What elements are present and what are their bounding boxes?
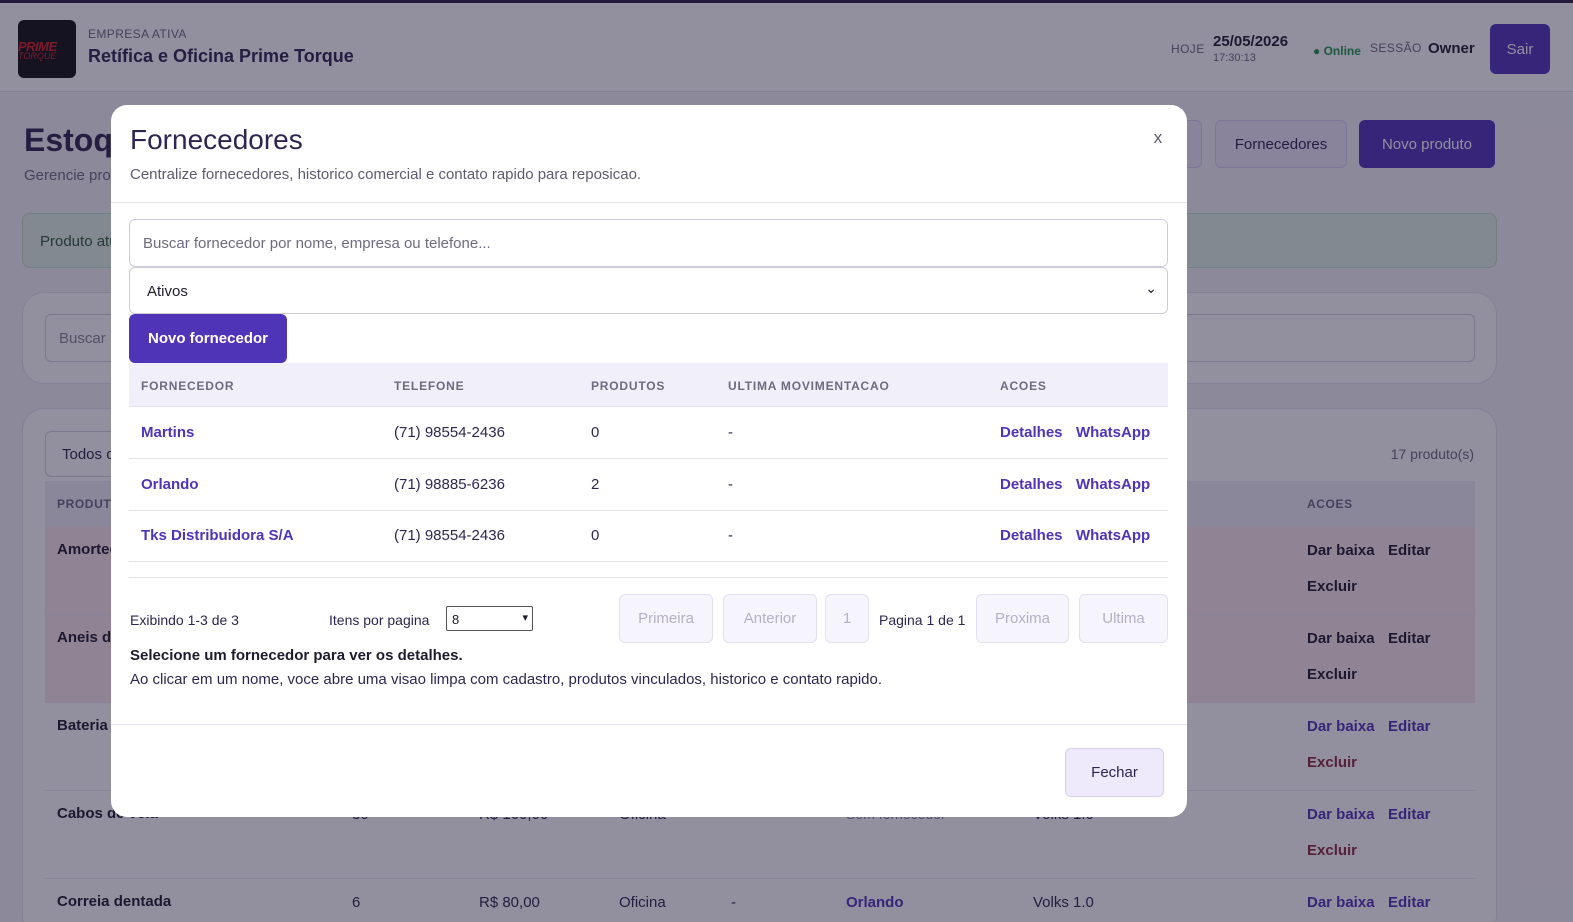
supplier-products: 2 <box>591 476 600 493</box>
items-per-page-value: 8 <box>452 612 460 627</box>
modal-footer: Fechar <box>111 724 1187 817</box>
whatsapp-link[interactable]: WhatsApp <box>1076 476 1150 493</box>
items-per-page-select[interactable]: 8 ▾ <box>446 606 533 631</box>
modal-header: Fornecedores Centralize fornecedores, hi… <box>111 105 1187 203</box>
col-actions: ACOES <box>1000 379 1047 393</box>
supplier-products: 0 <box>591 527 600 544</box>
col-last-movement: ULTIMA MOVIMENTACAO <box>728 379 890 393</box>
page-indicator: Pagina 1 de 1 <box>879 612 966 628</box>
prev-page-button[interactable]: Anterior <box>723 594 817 643</box>
select-supplier-title: Selecione um fornecedor para ver os deta… <box>130 647 463 664</box>
status-select-value: Ativos <box>147 283 188 300</box>
supplier-last-movement: - <box>728 424 733 441</box>
details-link[interactable]: Detalhes <box>1000 476 1063 493</box>
details-link[interactable]: Detalhes <box>1000 424 1063 441</box>
details-link[interactable]: Detalhes <box>1000 527 1063 544</box>
next-page-button[interactable]: Proxima <box>976 594 1069 643</box>
supplier-last-movement: - <box>728 476 733 493</box>
table-row: Tks Distribuidora S/A (71) 98554-2436 0 … <box>129 510 1168 562</box>
supplier-status-select[interactable]: Ativos ⌄ <box>129 267 1168 314</box>
chevron-down-icon: ▾ <box>522 612 528 624</box>
col-supplier: FORNECEDOR <box>141 379 235 393</box>
supplier-search-input[interactable] <box>129 219 1168 267</box>
close-button[interactable]: Fechar <box>1065 748 1164 797</box>
suppliers-table-header: FORNECEDOR TELEFONE PRODUTOS ULTIMA MOVI… <box>129 363 1168 407</box>
showing-count: Exibindo 1-3 de 3 <box>130 612 239 628</box>
last-page-button[interactable]: Ultima <box>1079 594 1168 643</box>
table-row: Martins (71) 98554-2436 0 - Detalhes Wha… <box>129 407 1168 459</box>
supplier-phone: (71) 98554-2436 <box>394 527 505 544</box>
close-icon[interactable]: x <box>1147 127 1169 149</box>
supplier-name-link[interactable]: Orlando <box>141 476 199 493</box>
supplier-last-movement: - <box>728 527 733 544</box>
modal-subtitle: Centralize fornecedores, historico comer… <box>130 166 642 183</box>
col-phone: TELEFONE <box>394 379 465 393</box>
supplier-name-link[interactable]: Tks Distribuidora S/A <box>141 527 294 544</box>
supplier-phone: (71) 98554-2436 <box>394 424 505 441</box>
new-supplier-button[interactable]: Novo fornecedor <box>129 314 287 363</box>
page-number-button[interactable]: 1 <box>825 594 869 643</box>
supplier-products: 0 <box>591 424 600 441</box>
divider <box>129 577 1168 578</box>
col-products: PRODUTOS <box>591 379 666 393</box>
whatsapp-link[interactable]: WhatsApp <box>1076 424 1150 441</box>
select-supplier-text: Ao clicar em um nome, voce abre uma visa… <box>130 671 883 688</box>
suppliers-modal: Fornecedores Centralize fornecedores, hi… <box>111 105 1187 817</box>
first-page-button[interactable]: Primeira <box>619 594 713 643</box>
modal-title: Fornecedores <box>130 124 303 155</box>
chevron-down-icon: ⌄ <box>1145 280 1157 296</box>
items-per-page-label: Itens por pagina <box>329 612 430 628</box>
supplier-name-link[interactable]: Martins <box>141 424 194 441</box>
table-row: Orlando (71) 98885-6236 2 - Detalhes Wha… <box>129 459 1168 511</box>
supplier-phone: (71) 98885-6236 <box>394 476 505 493</box>
whatsapp-link[interactable]: WhatsApp <box>1076 527 1150 544</box>
